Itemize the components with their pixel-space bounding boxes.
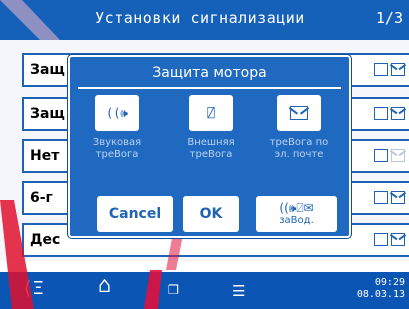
option-caption: Звуковая треВога <box>92 137 142 160</box>
list-item-label: Защ <box>30 106 65 122</box>
mail-icon <box>391 149 405 162</box>
clock: 09:29 08.03.13 <box>357 277 405 301</box>
option-caption: Внешняя треВога <box>187 137 235 160</box>
factory-default-button[interactable]: ((🕪⍁✉ заВод. <box>256 196 337 232</box>
mail-icon <box>391 191 405 204</box>
external-alarm-icon[interactable]: ⍁ <box>189 95 233 131</box>
dialog-title: Защита мотора <box>152 65 267 81</box>
menu-icon[interactable]: ☰ <box>232 282 245 300</box>
motor-protection-dialog: Защита мотора ((🕪 Звуковая треВога ⍁ Вне… <box>68 55 351 238</box>
cancel-button[interactable]: Cancel <box>97 196 173 232</box>
sound-icon[interactable]: ((🕪 <box>95 95 139 131</box>
external-alarm-icon <box>374 191 388 204</box>
external-alarm-icon <box>374 63 388 76</box>
back-icon[interactable]: ⟨Ξ <box>22 280 44 298</box>
external-alarm-icon <box>374 149 388 162</box>
dialog-divider <box>78 87 341 89</box>
default-label: заВод. <box>279 215 314 226</box>
external-alarm-icon <box>374 107 388 120</box>
option-external-alarm[interactable]: ⍁ Внешняя треВога <box>172 95 250 161</box>
option-email-alarm[interactable]: треВога по эл. почте <box>260 95 338 161</box>
list-item-label: Дес <box>30 232 61 248</box>
screen-title: Установки сигнализации <box>95 9 305 27</box>
recent-apps-icon[interactable]: ❐ <box>168 280 179 298</box>
navigation-bar: ⟨Ξ ⌂ ❐ ☰ 09:29 08.03.13 <box>0 272 409 309</box>
page-indicator: 1/3 <box>375 9 403 27</box>
external-alarm-icon <box>374 233 388 246</box>
option-caption: треВога по эл. почте <box>269 137 329 160</box>
ok-button[interactable]: OK <box>183 196 239 232</box>
list-item-label: 6-г <box>30 190 53 206</box>
home-icon[interactable]: ⌂ <box>98 275 111 297</box>
email-icon[interactable] <box>277 95 321 131</box>
list-item-label: Защ <box>30 62 65 78</box>
default-icons: ((🕪⍁✉ <box>279 201 314 215</box>
mail-icon <box>391 63 405 76</box>
mail-icon <box>391 107 405 120</box>
clock-time: 09:29 <box>374 277 405 288</box>
title-bar: Установки сигнализации 1/3 <box>0 0 409 40</box>
mail-icon <box>391 233 405 246</box>
list-item-label: Нет <box>30 148 60 164</box>
option-sound-alarm[interactable]: ((🕪 Звуковая треВога <box>78 95 156 161</box>
clock-date: 08.03.13 <box>356 289 405 300</box>
